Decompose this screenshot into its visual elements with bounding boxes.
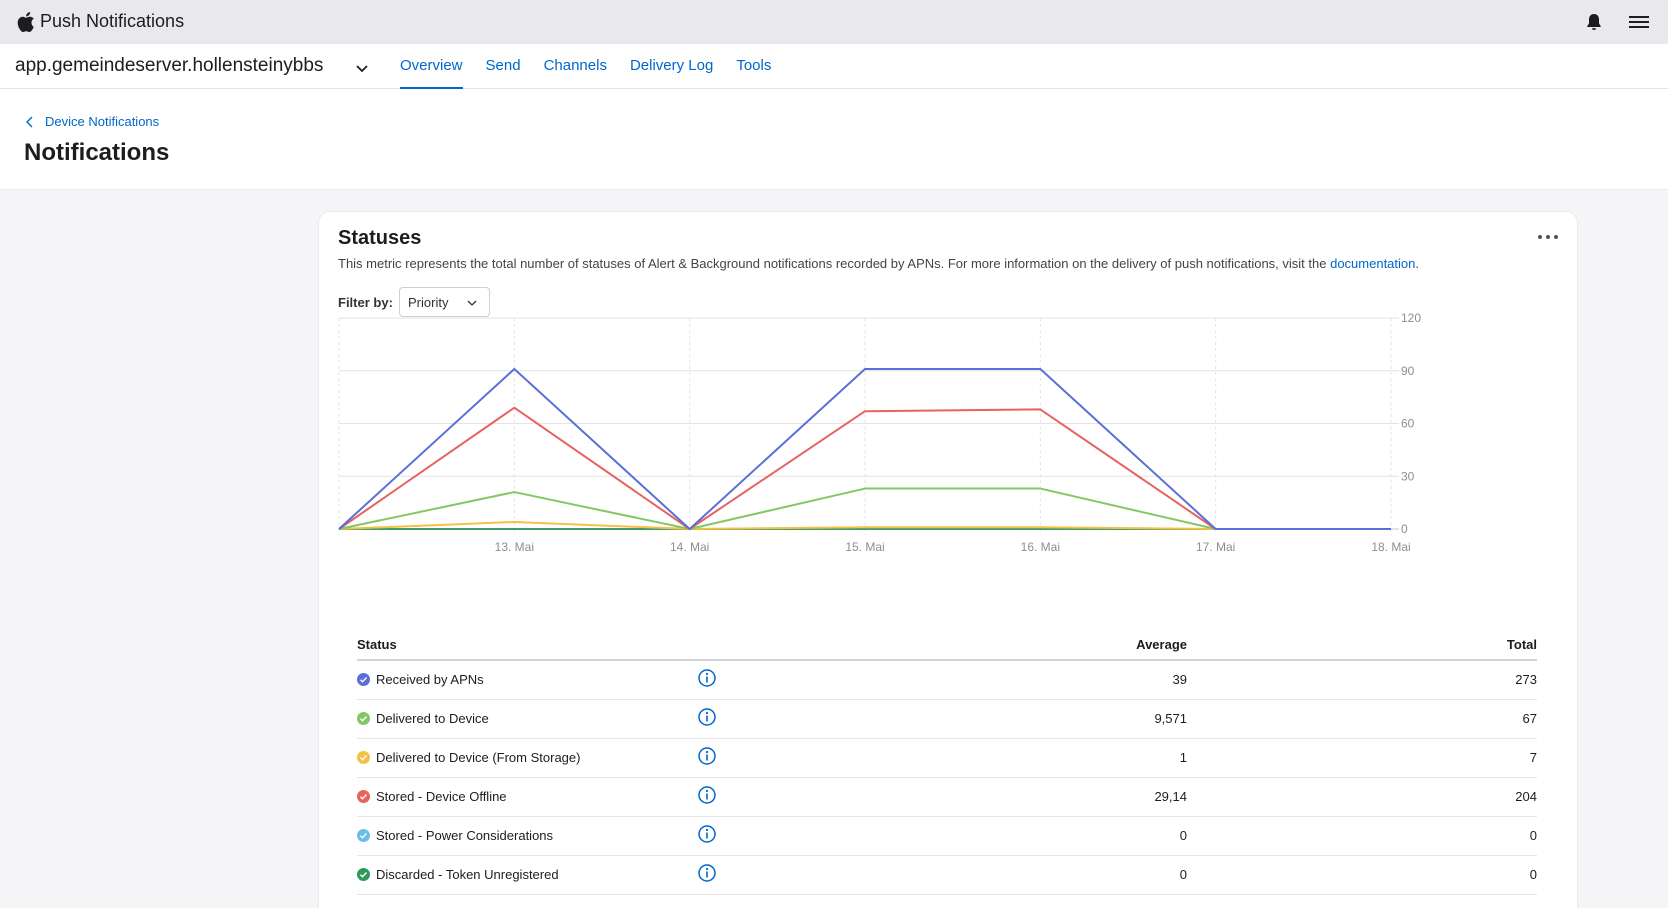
tab-channels[interactable]: Channels [544,44,607,89]
chevron-left-icon [26,116,33,127]
menu-icon[interactable] [1628,13,1650,31]
x-tick-label: 17. Mai [1196,540,1235,554]
app-title: Push Notifications [40,11,185,31]
info-icon[interactable] [697,746,717,766]
x-tick-label: 16. Mai [1021,540,1060,554]
table-row: Stored - Power Considerations 0 0 [357,816,1537,856]
status-check-icon [357,868,370,881]
average-value: 0 [737,816,1187,856]
app-selector[interactable]: app.gemeindeserver.hollensteinybbs [15,55,323,77]
tab-bar: Overview Send Channels Delivery Log Tool… [400,44,794,89]
status-label: Stored - Device Offline [376,789,507,804]
total-value: 273 [1187,660,1537,700]
page-header: Device Notifications Notifications [0,89,1668,190]
table-row: Delivered to Device 9,571 67 [357,699,1537,739]
status-label: Received by APNs [376,672,484,688]
x-tick-label: 15. Mai [845,540,884,554]
column-header-status: Status [357,630,697,661]
app-nav-bar: app.gemeindeserver.hollensteinybbs Overv… [0,44,1668,89]
tab-overview[interactable]: Overview [400,44,463,89]
bell-icon[interactable] [1584,12,1604,32]
column-header-total: Total [1187,630,1537,661]
status-check-icon [357,751,370,764]
table-header-row: Status Average Total [357,630,1537,661]
y-tick-label: 120 [1401,311,1421,325]
average-value: 39 [737,660,1187,700]
status-check-icon [357,712,370,725]
tab-delivery-log[interactable]: Delivery Log [630,44,713,89]
status-label: Stored - Power Considerations [376,828,554,843]
y-tick-label: 30 [1401,469,1415,483]
tab-tools[interactable]: Tools [736,44,771,89]
x-tick-label: 14. Mai [670,540,709,554]
status-label: Discarded - Token Unregistered [376,867,559,882]
y-tick-label: 60 [1401,417,1415,431]
average-value: 29,14 [737,777,1187,817]
breadcrumb[interactable]: Device Notifications [25,114,159,129]
average-value: 0 [737,855,1187,895]
average-value: 9,571 [737,699,1187,739]
apple-logo-icon [17,12,34,33]
status-check-icon [357,790,370,803]
total-value: 204 [1187,777,1537,817]
table-row: Delivered to Device (From Storage) 1 7 [357,738,1537,778]
table-row: Received by APNs 39 273 [357,660,1537,700]
total-value: 0 [1187,816,1537,856]
x-tick-label: 13. Mai [495,540,534,554]
total-value: 67 [1187,699,1537,739]
info-icon[interactable] [697,824,717,844]
tab-send[interactable]: Send [486,44,521,89]
info-icon[interactable] [697,785,717,805]
x-tick-label: 18. Mai [1371,540,1410,554]
status-label: Delivered to Device (From Storage) [376,750,581,765]
statuses-card: Statuses This metric represents the tota… [318,211,1578,908]
info-icon[interactable] [697,707,717,727]
statuses-chart: 0 30 60 90 120 13. Mai 14. Mai 15. Mai 16. Mai 17… [319,212,1579,592]
y-tick-label: 90 [1401,364,1415,378]
info-icon[interactable] [697,863,717,883]
column-header-average: Average [737,630,1187,661]
chevron-down-icon[interactable] [354,60,370,76]
status-check-icon [357,829,370,842]
table-row: Stored - Device Offline 29,14 204 [357,777,1537,817]
total-value: 0 [1187,855,1537,895]
status-label: Delivered to Device [376,711,489,726]
info-icon[interactable] [697,668,717,688]
top-bar: Push Notifications [0,0,1668,44]
table-row: Discarded - Token Unregistered 0 0 [357,855,1537,895]
line-chart: 0 30 60 90 120 13. Mai 14. Mai 15. Mai 16. Mai 17… [338,311,1421,554]
page-title: Notifications [24,139,170,166]
average-value: 1 [737,738,1187,778]
y-tick-label: 0 [1401,522,1408,536]
status-check-icon [357,673,370,687]
breadcrumb-link[interactable]: Device Notifications [45,114,159,129]
status-table: Status Average Total Received by APNs 39 2… [357,630,1537,895]
total-value: 7 [1187,738,1537,778]
